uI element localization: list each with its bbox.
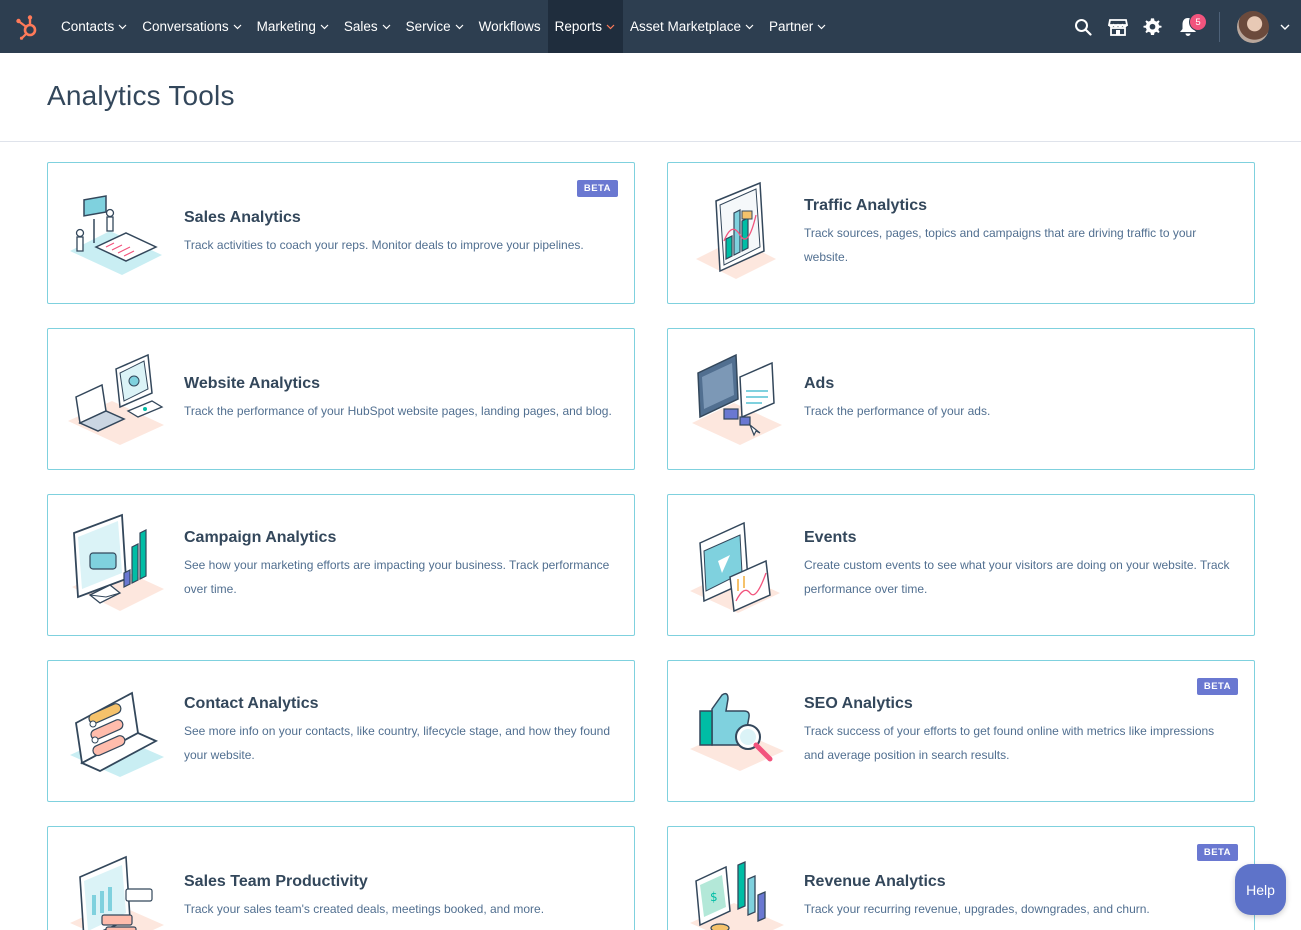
card-title: Website Analytics	[184, 375, 321, 392]
card-text: Sales Analytics Track activities to coach…	[184, 163, 612, 303]
card-title: Events	[804, 529, 857, 546]
card-title: Revenue Analytics	[804, 873, 946, 890]
chevron-down-icon	[817, 24, 827, 30]
card-revenue-analytics[interactable]: $ Revenue Analytics Track your recurring r…	[667, 826, 1255, 930]
card-website-analytics[interactable]: Website Analytics Track the performance o…	[47, 328, 635, 470]
nav-item-conversations[interactable]: Conversations	[135, 0, 249, 53]
card-title: Ads	[804, 375, 835, 392]
card-seo-analytics[interactable]: SEO Analytics Track success of your effor…	[667, 660, 1255, 802]
nav-item-label: Service	[405, 19, 451, 34]
card-title: Traffic Analytics	[804, 197, 928, 214]
card-text: Traffic Analytics Track sources, pages, t…	[804, 163, 1232, 303]
nav-utilities: 5	[1065, 0, 1301, 53]
nav-item-label: Marketing	[256, 19, 316, 34]
nav-item-label: Sales	[343, 19, 378, 34]
card-ads[interactable]: Ads Track the performance of your ads.	[667, 328, 1255, 470]
card-description: Create custom events to see what your vi…	[804, 558, 1230, 596]
card-text: Website Analytics Track the performance o…	[184, 329, 612, 469]
card-description: Track success of your efforts to get fou…	[804, 724, 1215, 762]
nav-item-marketing[interactable]: Marketing	[250, 0, 337, 53]
card-traffic-analytics[interactable]: Traffic Analytics Track sources, pages, t…	[667, 162, 1255, 304]
beta-badge: BETA	[1196, 844, 1238, 861]
search-icon[interactable]	[1065, 0, 1100, 53]
chevron-down-icon	[320, 24, 330, 30]
nav-item-reports[interactable]: Reports	[547, 0, 623, 53]
card-title: Campaign Analytics	[184, 529, 337, 546]
card-campaign-analytics[interactable]: Campaign Analytics See how your marketing…	[47, 494, 635, 636]
card-sales-analytics[interactable]: Sales Analytics Track activities to coach…	[47, 162, 635, 304]
nav-item-label: Workflows	[478, 19, 541, 34]
sales-team-productivity-illustration	[66, 845, 170, 930]
card-text: Ads Track the performance of your ads.	[804, 329, 1232, 469]
card-title: Contact Analytics	[184, 695, 319, 712]
card-description: See how your marketing efforts are impac…	[184, 558, 610, 596]
card-text: Campaign Analytics See how your marketing…	[184, 495, 612, 635]
revenue-analytics-illustration: $	[686, 845, 790, 930]
nav-item-label: Contacts	[61, 19, 115, 34]
traffic-analytics-illustration	[686, 181, 790, 285]
help-button[interactable]: Help	[1235, 864, 1286, 915]
chevron-down-icon[interactable]	[1269, 0, 1301, 53]
svg-text:$: $	[710, 890, 718, 904]
card-description: Track your sales team's created deals, m…	[184, 902, 545, 916]
nav-divider	[1219, 11, 1220, 42]
card-description: Track sources, pages, topics and campaig…	[804, 226, 1197, 264]
events-illustration	[686, 513, 790, 617]
card-title: SEO Analytics	[804, 695, 913, 712]
seo-analytics-illustration	[686, 679, 790, 783]
nav-item-label: Partner	[769, 19, 814, 34]
card-sales-team-productivity[interactable]: Sales Team Productivity Track your sales …	[47, 826, 635, 930]
card-description: Track your recurring revenue, upgrades, …	[804, 902, 1150, 916]
chevron-down-icon	[455, 24, 465, 30]
nav-item-label: Conversations	[142, 19, 229, 34]
notification-count-badge: 5	[1189, 13, 1207, 31]
nav-item-sales[interactable]: Sales	[337, 0, 399, 53]
sales-analytics-illustration	[66, 181, 170, 285]
card-contact-analytics[interactable]: Contact Analytics See more info on your c…	[47, 660, 635, 802]
ads-illustration	[686, 347, 790, 451]
page-title: Analytics Tools	[47, 80, 235, 111]
card-text: Revenue Analytics Track your recurring re…	[804, 827, 1232, 930]
marketplace-icon[interactable]	[1100, 0, 1135, 53]
nav-item-asset-marketplace[interactable]: Asset Marketplace	[623, 0, 762, 53]
main-menu: Contacts Conversations Marketing Sales Servi…	[54, 0, 834, 53]
card-title: Sales Analytics	[184, 209, 301, 226]
card-text: SEO Analytics Track success of your effor…	[804, 661, 1232, 801]
nav-item-workflows[interactable]: Workflows	[472, 0, 548, 53]
nav-item-label: Reports	[554, 19, 602, 34]
nav-item-contacts[interactable]: Contacts	[54, 0, 135, 53]
website-analytics-illustration	[66, 347, 170, 451]
page-header: Analytics Tools	[0, 53, 1301, 142]
beta-badge: BETA	[1196, 678, 1238, 695]
hubspot-logo-icon[interactable]	[0, 0, 54, 53]
card-events[interactable]: Events Create custom events to see what y…	[667, 494, 1255, 636]
chevron-down-icon	[233, 24, 243, 30]
card-description: Track activities to coach your reps. Mon…	[184, 238, 584, 252]
nav-item-service[interactable]: Service	[399, 0, 472, 53]
card-text: Sales Team Productivity Track your sales …	[184, 827, 612, 930]
card-description: See more info on your contacts, like cou…	[184, 724, 611, 762]
nav-item-partner[interactable]: Partner	[762, 0, 834, 53]
campaign-analytics-illustration	[66, 513, 170, 617]
beta-badge: BETA	[576, 180, 618, 197]
contact-analytics-illustration	[66, 679, 170, 783]
chevron-down-icon	[606, 24, 616, 30]
chevron-down-icon	[118, 24, 128, 30]
card-text: Contact Analytics See more info on your c…	[184, 661, 612, 801]
bell-icon[interactable]: 5	[1170, 0, 1207, 53]
chevron-down-icon	[745, 24, 755, 30]
nav-item-label: Asset Marketplace	[629, 19, 741, 34]
card-description: Track the performance of your ads.	[804, 404, 991, 418]
user-avatar[interactable]	[1237, 10, 1269, 43]
card-title: Sales Team Productivity	[184, 873, 368, 890]
card-text: Events Create custom events to see what y…	[804, 495, 1232, 635]
card-description: Track the performance of your HubSpot we…	[184, 404, 612, 418]
top-navigation: Contacts Conversations Marketing Sales Servi…	[0, 0, 1301, 53]
chevron-down-icon	[382, 24, 392, 30]
gear-icon[interactable]	[1135, 0, 1170, 53]
